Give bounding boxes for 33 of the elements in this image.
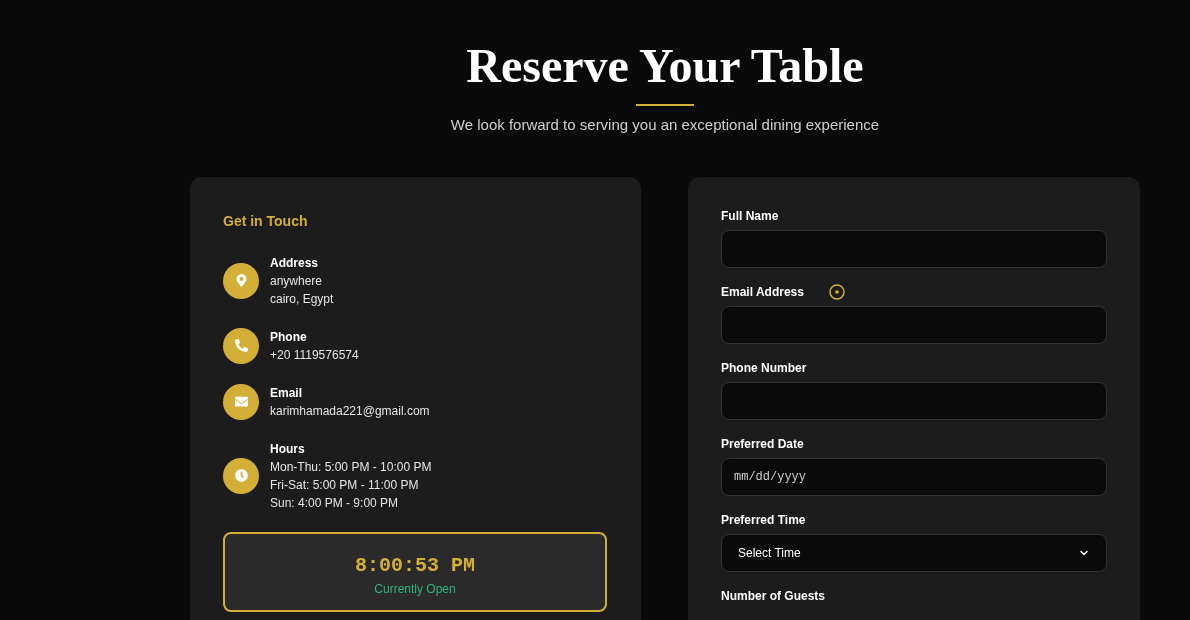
contact-label: Email — [270, 384, 303, 402]
contact-label: Hours — [270, 440, 306, 458]
cursor-ring-icon — [829, 283, 845, 300]
field-label: Number of Guests — [721, 587, 825, 605]
card-heading: Get in Touch — [223, 211, 309, 231]
clock-time: 8:00:53 PM — [355, 553, 475, 578]
field-label: Preferred Time — [721, 511, 806, 529]
contact-text: cairo, Egypt — [270, 290, 334, 308]
contact-text: Sun: 4:00 PM - 9:00 PM — [270, 494, 400, 512]
contact-text: +20 1119576574 — [270, 346, 359, 364]
field-label: Email Address — [721, 283, 804, 301]
envelope-icon — [234, 395, 248, 408]
map-pin-icon — [234, 274, 248, 287]
time-select[interactable]: Select Time — [721, 533, 1107, 572]
contact-text: Fri-Sat: 5:00 PM - 11:00 PM — [270, 476, 420, 494]
field-label: Preferred Date — [721, 435, 804, 453]
contact-text: Mon-Thu: 5:00 PM - 10:00 PM — [270, 458, 432, 476]
contact-text: anywhere — [270, 272, 324, 290]
contact-text: karimhamada221@gmail.com — [270, 402, 430, 420]
field-label: Phone Number — [721, 359, 807, 377]
phone-icon — [234, 339, 248, 352]
date-field[interactable]: mm/dd/yyyy — [721, 457, 1107, 496]
field-label: Full Name — [721, 207, 779, 225]
page-subtitle: We look forward to serving you an exceptional dining experience — [450, 115, 880, 135]
contact-label: Address — [270, 254, 320, 272]
page-title: Reserve Your Table — [466, 38, 864, 94]
input-field[interactable] — [721, 381, 1107, 420]
input-field[interactable] — [721, 305, 1107, 344]
input-field[interactable] — [721, 229, 1107, 268]
contact-label: Phone — [270, 328, 308, 346]
open-status: Currently Open — [374, 580, 456, 598]
title-underline — [636, 104, 694, 106]
clock-icon — [234, 469, 248, 482]
